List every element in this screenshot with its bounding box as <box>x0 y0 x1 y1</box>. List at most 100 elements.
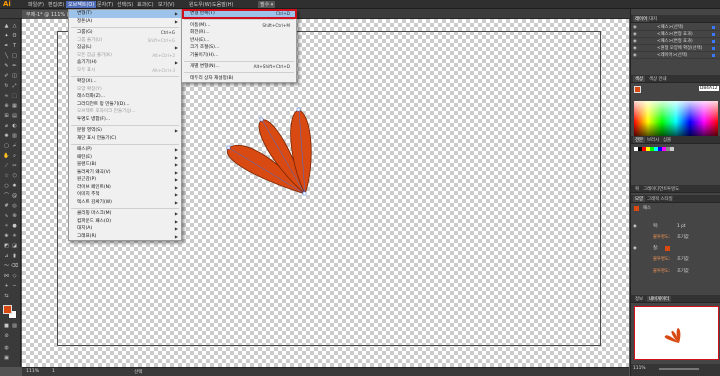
live-paint-select-icon[interactable]: ◪ <box>11 243 18 249</box>
tab-appearance[interactable]: 모양 <box>633 196 646 202</box>
lasso-icon[interactable]: ʘ <box>11 33 18 39</box>
star-tool-icon[interactable]: ☆ <box>3 173 10 179</box>
tab-stroke[interactable]: 획 <box>633 186 641 192</box>
tab-brushes[interactable]: 브러시 <box>645 137 661 143</box>
object-menu-item[interactable]: 클리핑 마스크(M) ▶ <box>69 210 181 218</box>
zoom-tool-icon[interactable]: ⌕ <box>11 153 18 159</box>
object-menu-item[interactable]: 라이브 페인트(N) ▶ <box>69 184 181 192</box>
pen-tool-icon[interactable]: ✒ <box>3 43 10 49</box>
transform-menu-item[interactable]: 테두리 상자 재설정(B) <box>182 75 296 83</box>
tab-info[interactable]: 정보 <box>633 296 645 302</box>
none-mode-icon[interactable]: ⊘ <box>3 333 10 339</box>
twirl-tool-icon[interactable]: ֍ <box>11 213 18 219</box>
type-tool-icon[interactable]: T <box>11 43 18 49</box>
gradient-tool-icon[interactable]: ▤ <box>11 113 18 119</box>
paintbrush-icon[interactable]: ✎ <box>3 63 10 69</box>
object-menu-item[interactable]: 오브젝트 모자이크 만들기(J)... <box>69 108 181 116</box>
object-menu-item[interactable]: 분할 영역(S) ▶ <box>69 127 181 135</box>
scallop-tool-icon[interactable]: ❀ <box>3 233 10 239</box>
object-menu-item[interactable]: 정돈(A) ▶ <box>69 18 181 26</box>
graph-tool-icon[interactable]: ▥ <box>11 133 18 139</box>
warp-tool-icon[interactable]: ∿ <box>3 213 10 219</box>
object-menu-item[interactable]: 이미지 추적 ▶ <box>69 191 181 199</box>
slice-tool-icon[interactable]: ⌿ <box>11 143 18 149</box>
join-tool-icon[interactable]: ⋈ <box>3 273 10 279</box>
anchor-point-icon[interactable]: ◇ <box>11 273 18 279</box>
appearance-opacity-row[interactable]: 불투명도: 초기값 <box>633 256 719 263</box>
transform-menu-item[interactable]: 회전(R)... <box>182 29 296 37</box>
layer-row[interactable]: ◉ <패스>(선택) <box>631 24 720 31</box>
eye-icon[interactable]: ◉ <box>633 45 637 52</box>
object-menu-item[interactable]: 그룹 풀기(U) Shift+Ctrl+G <box>69 37 181 45</box>
workspace-switcher[interactable]: 필수 ▾ <box>258 1 276 8</box>
layer-row[interactable]: ◉ <레이어>(선택) <box>631 52 720 59</box>
pencil-icon[interactable]: ✏ <box>11 63 18 69</box>
tab-graphic-styles[interactable]: 그래픽 스타일 <box>645 196 675 202</box>
object-menu-item[interactable]: 잠금(L) ▶ <box>69 44 181 52</box>
eye-icon[interactable]: ◉ <box>633 31 637 38</box>
object-menu-item[interactable]: 패턴(E) ▶ <box>69 154 181 162</box>
transform-menu-item[interactable]: 변형 반복(T) Ctrl+D <box>182 10 296 18</box>
layer-row[interactable]: ◉ <패스>(변형 효과) <box>631 38 720 45</box>
object-menu-item[interactable]: 모양 확장(Y) <box>69 86 181 94</box>
tab-color[interactable]: 색상 <box>633 76 646 82</box>
tab-swatches[interactable]: 견본 <box>633 137 646 143</box>
eye-icon[interactable]: ◉ <box>633 223 637 230</box>
add-anchor-icon[interactable]: + <box>3 283 10 289</box>
color-fill-indicator[interactable] <box>634 86 641 93</box>
blend-tool-icon[interactable]: ◐ <box>11 123 18 129</box>
tab-transparency[interactable]: 투명도 <box>665 186 681 192</box>
tab-artboards[interactable]: 대지 <box>647 16 659 22</box>
tab-navigator[interactable]: 내비게이터 <box>647 296 672 302</box>
transform-menu-item[interactable]: 이동(M)... Shift+Ctrl+M <box>182 22 296 30</box>
grid-tool-icon[interactable]: # <box>3 203 10 209</box>
object-menu-item[interactable]: 원근감(P) ▶ <box>69 176 181 184</box>
gradient-mode-icon[interactable]: ▨ <box>11 323 18 329</box>
layer-row[interactable]: ◉ <원형 모양에 확장(선택) <box>631 45 720 52</box>
appearance-opacity-row[interactable]: 불투명도: 초기값 <box>633 268 719 275</box>
eye-icon[interactable]: ◉ <box>633 38 637 45</box>
smooth-tool-icon[interactable]: 〜 <box>3 263 10 269</box>
object-menu-item[interactable]: 블렌드(B) ▶ <box>69 161 181 169</box>
knife-tool-icon[interactable]: ⟋ <box>3 163 10 169</box>
layer-row[interactable]: ◉ <패스>(변형 효과) <box>631 31 720 38</box>
bloat-tool-icon[interactable]: ● <box>11 223 18 229</box>
fill-color-chip[interactable] <box>665 246 670 251</box>
object-menu-item[interactable]: 모든 잠금 풀기(K) Alt+Ctrl+2 <box>69 52 181 60</box>
object-menu-item[interactable]: 모두 표시 Alt+Ctrl+3 <box>69 67 181 75</box>
ellipse-tool-icon[interactable]: ○ <box>3 183 10 189</box>
shape-builder-icon[interactable]: ⊕ <box>3 103 10 109</box>
spiral-tool-icon[interactable]: @ <box>11 193 18 199</box>
transform-menu-item[interactable]: 기울이기(H)... <box>182 52 296 60</box>
eyedropper-icon[interactable]: ⌀ <box>3 123 10 129</box>
eraser-icon[interactable]: ◫ <box>11 73 18 79</box>
artboard-tool-icon[interactable]: ▢ <box>3 143 10 149</box>
page-number[interactable]: 1 <box>52 369 55 374</box>
object-menu-item[interactable]: 확장(X)... <box>69 78 181 86</box>
screen-mode-icon[interactable]: ▣ <box>3 355 10 361</box>
eye-icon[interactable]: ◉ <box>633 52 637 59</box>
transform-menu-item[interactable]: 개별 변형(N)... Alt+Shift+Ctrl+D <box>182 63 296 71</box>
arc-tool-icon[interactable]: ⌒ <box>3 193 10 199</box>
rotate-tool-icon[interactable]: ↻ <box>3 83 10 89</box>
appearance-stroke-row[interactable]: ◉ 획: 1 pt <box>633 223 719 230</box>
object-menu-item[interactable]: 그래프(R) ▶ <box>69 233 181 241</box>
eye-icon[interactable]: ◉ <box>633 245 637 252</box>
menu-help[interactable]: 도움말(H) <box>210 1 235 8</box>
scissors-icon[interactable]: ✂ <box>11 163 18 169</box>
transform-menu-item[interactable]: 크기 조절(S)... <box>182 44 296 52</box>
flare-tool-icon[interactable]: ✸ <box>11 183 18 189</box>
perspective-grid-icon[interactable]: ▦ <box>11 103 18 109</box>
petal-artwork[interactable] <box>225 106 315 200</box>
path-eraser-icon[interactable]: ⌫ <box>11 263 18 269</box>
blob-brush-icon[interactable]: ✐ <box>3 73 10 79</box>
draw-normal-icon[interactable]: ◍ <box>3 345 10 351</box>
menu-view[interactable]: 보기(V) <box>156 1 177 8</box>
menu-effect[interactable]: 효과(C) <box>135 1 156 8</box>
line-tool-icon[interactable]: ╲ <box>3 53 10 59</box>
direct-selection-tool-icon[interactable]: △ <box>11 23 18 29</box>
navigator-zoom-slider[interactable] <box>659 368 699 370</box>
selection-tool-icon[interactable]: ▲ <box>3 23 10 29</box>
object-menu-item[interactable]: 둘러싸기 왜곡(V) ▶ <box>69 169 181 177</box>
tab-color-guide[interactable]: 색상 안내 <box>647 76 669 82</box>
